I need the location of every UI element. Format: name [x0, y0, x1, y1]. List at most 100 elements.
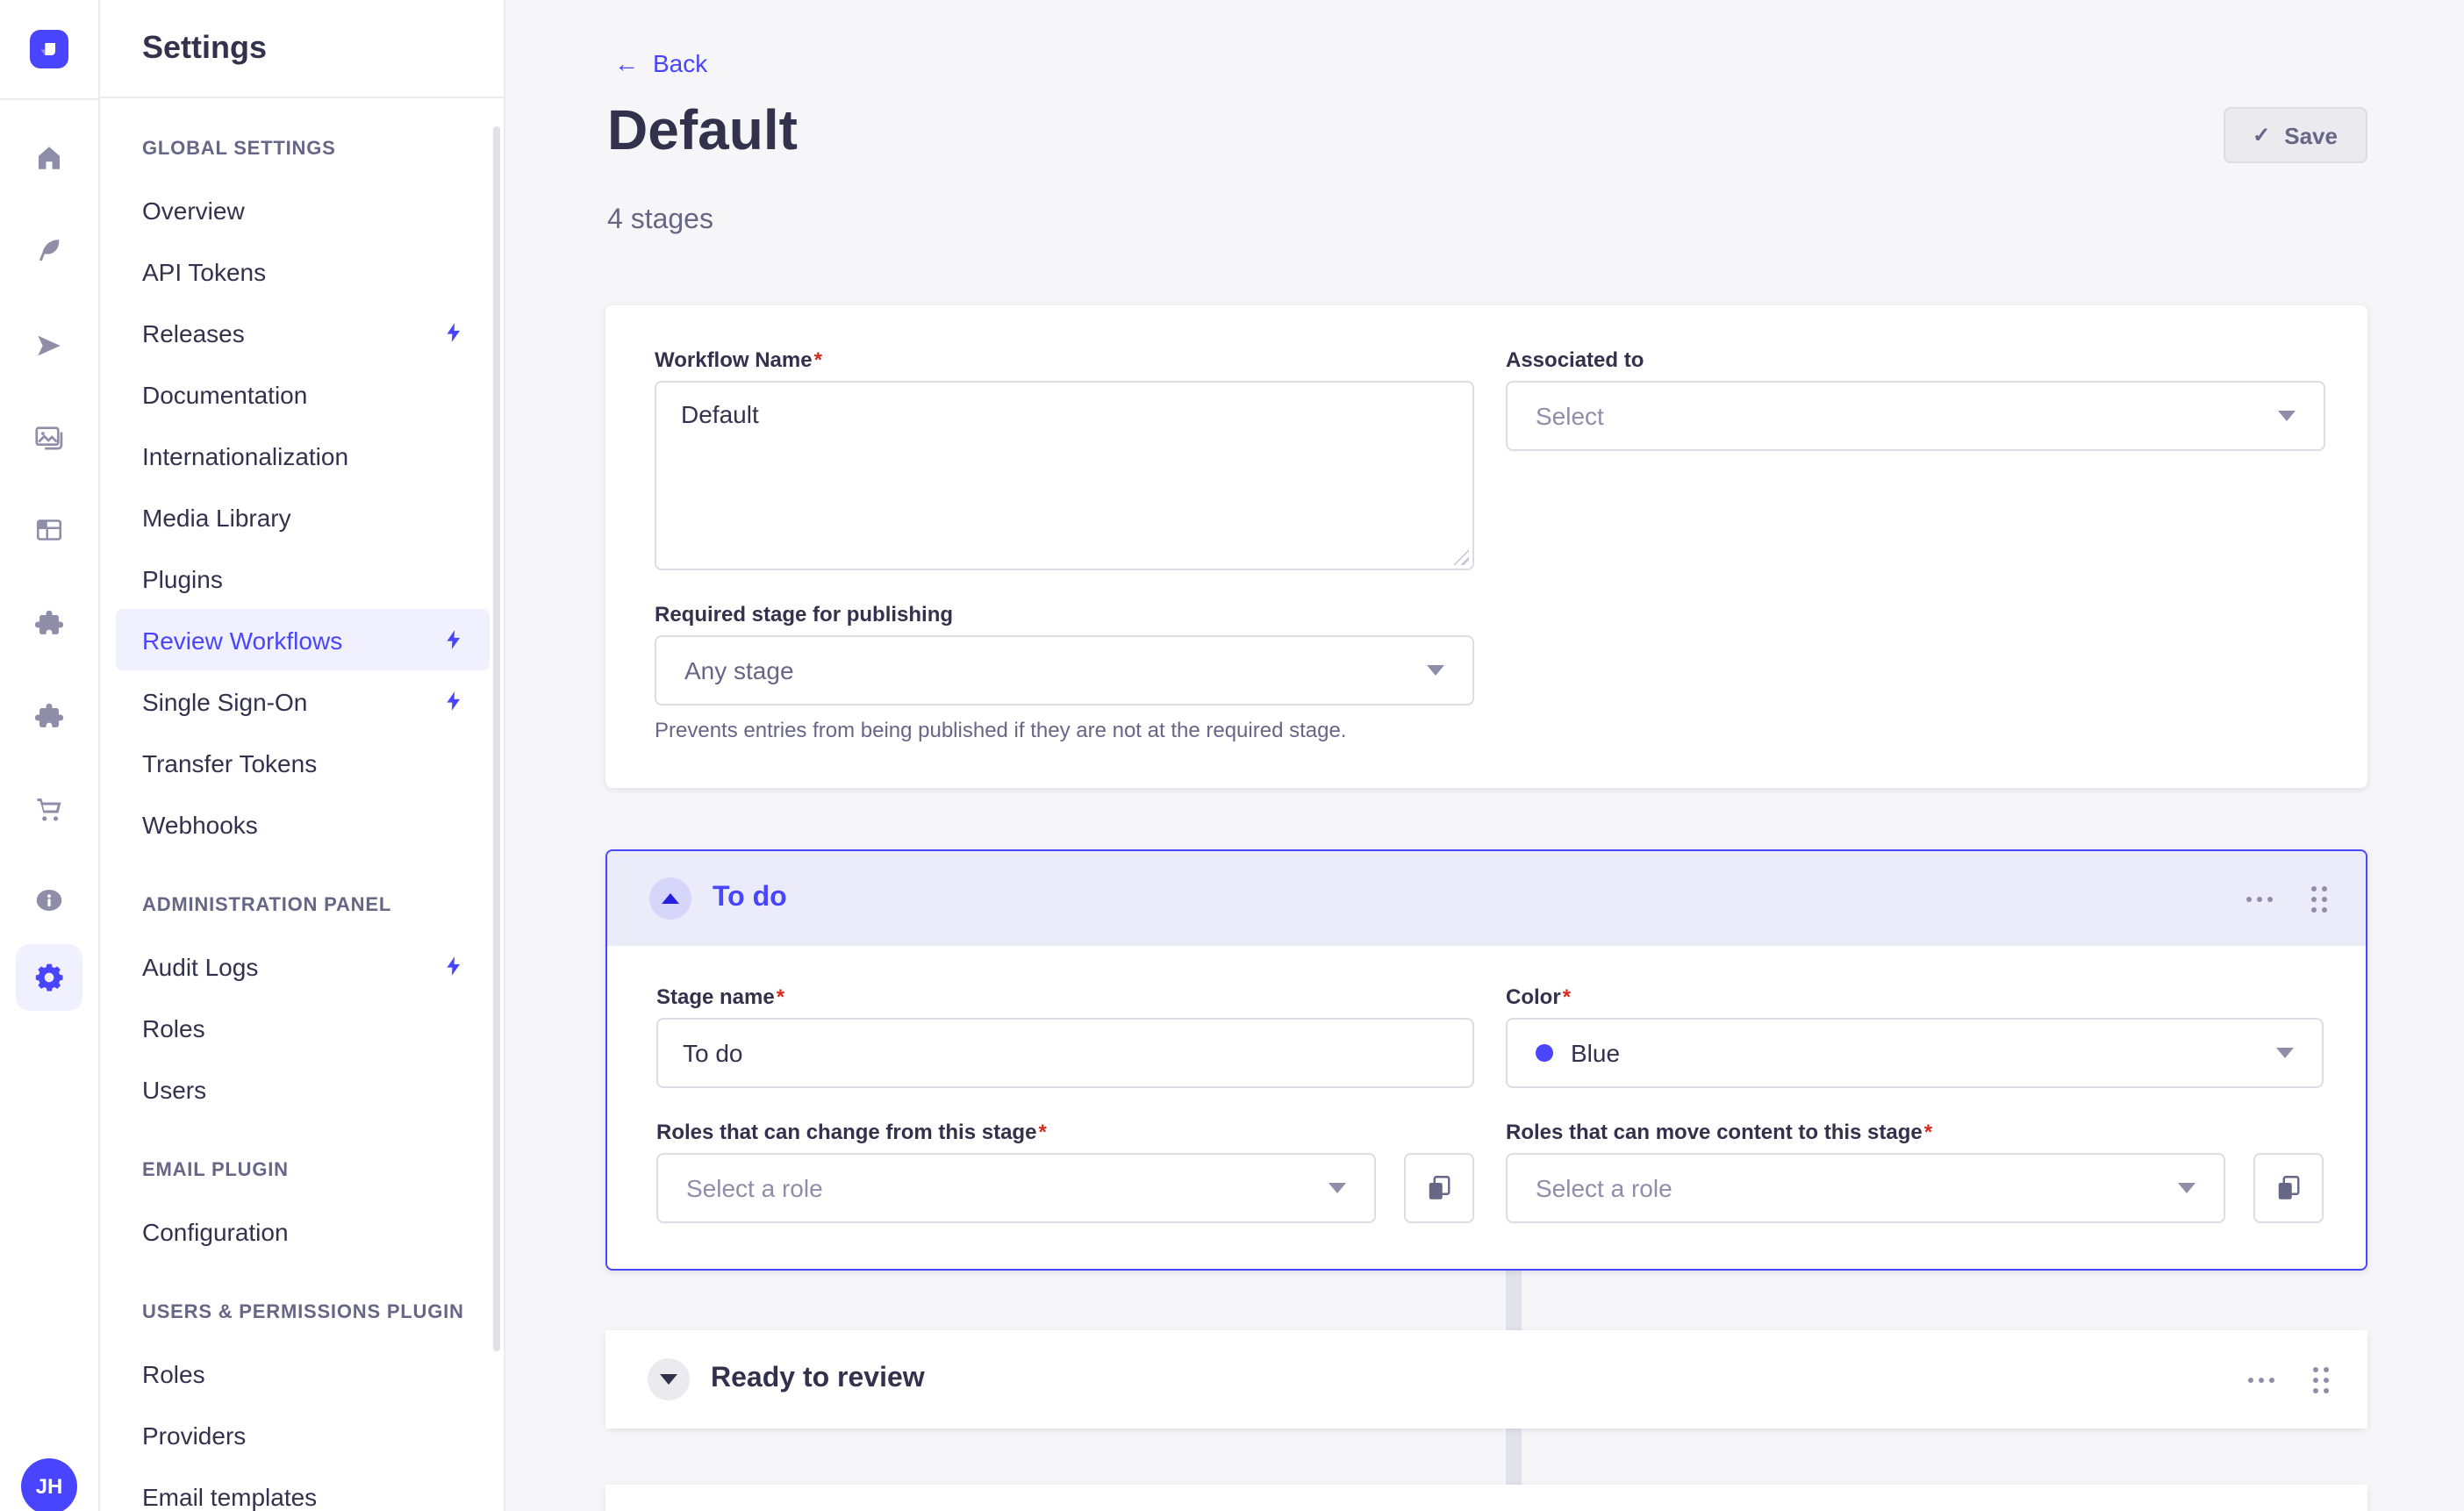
collapse-caret-icon[interactable] — [649, 877, 691, 920]
duplicate-roles-button[interactable] — [2253, 1153, 2324, 1223]
sidebar-item-admin-roles[interactable]: Roles — [116, 997, 490, 1058]
page-title: Default — [607, 98, 798, 163]
sidebar-title: Settings — [142, 30, 267, 67]
section-administration-panel: ADMINISTRATION PANEL — [116, 876, 490, 935]
paper-plane-icon[interactable] — [34, 331, 64, 361]
lightning-icon — [442, 690, 465, 713]
main-content: ← Back Default 4 stages ✓ Save Workflow … — [505, 0, 2464, 1511]
back-label: Back — [653, 49, 707, 77]
color-select[interactable]: Blue — [1506, 1018, 2324, 1088]
associated-to-field: Associated to Select — [1506, 347, 2325, 570]
chevron-down-icon — [2178, 1183, 2195, 1193]
drag-handle-icon[interactable] — [2313, 1366, 2329, 1393]
save-label: Save — [2284, 122, 2338, 148]
copy-icon — [1423, 1172, 1455, 1204]
more-options-icon[interactable] — [2248, 1377, 2274, 1382]
strapi-logo-icon[interactable] — [30, 30, 68, 68]
marketplace-puzzle-icon[interactable] — [33, 700, 65, 732]
duplicate-roles-button[interactable] — [1404, 1153, 1474, 1223]
sidebar-item-up-roles[interactable]: Roles — [116, 1343, 490, 1404]
blue-color-dot-icon — [1536, 1044, 1553, 1062]
sidebar-header: Settings — [100, 0, 504, 98]
more-options-icon[interactable] — [2246, 896, 2273, 901]
stage-name-label: Stage name — [656, 985, 1474, 1009]
stage-card-to-do: To do Stage name Color Blue — [605, 849, 2367, 1271]
associated-to-label: Associated to — [1506, 347, 2325, 372]
sidebar-item-email-templates[interactable]: Email templates — [116, 1465, 490, 1511]
settings-sidebar: Settings GLOBAL SETTINGS Overview API To… — [100, 0, 505, 1511]
color-field: Color Blue — [1506, 985, 2324, 1088]
sidebar-item-plugins[interactable]: Plugins — [116, 548, 490, 609]
strapi-settings-app: JH Settings GLOBAL SETTINGS Overview API… — [0, 0, 2464, 1511]
user-avatar[interactable]: JH — [21, 1458, 77, 1511]
save-button[interactable]: ✓ Save — [2223, 107, 2367, 163]
sidebar-item-audit-logs[interactable]: Audit Logs — [116, 935, 490, 997]
sidebar-item-providers[interactable]: Providers — [116, 1404, 490, 1465]
workflow-name-field: Workflow Name Default — [655, 347, 1474, 570]
settings-gear-icon[interactable] — [16, 944, 82, 1011]
main-nav-rail: JH — [0, 0, 100, 1511]
stage-connector — [1506, 1427, 1522, 1486]
stage-card-ready-to-review: Ready to review — [605, 1330, 2367, 1429]
required-stage-select[interactable]: Any stage — [655, 635, 1474, 705]
sidebar-item-single-sign-on[interactable]: Single Sign-On — [116, 670, 490, 732]
stage-body: Stage name Color Blue Roles that can cha… — [607, 946, 2366, 1265]
sidebar-scrollbar[interactable] — [493, 126, 500, 1351]
workflow-settings-card: Workflow Name Default Associated to Sele… — [605, 305, 2367, 788]
chevron-down-icon — [1427, 665, 1444, 676]
sidebar-item-configuration[interactable]: Configuration — [116, 1200, 490, 1262]
sidebar-item-internationalization[interactable]: Internationalization — [116, 425, 490, 486]
required-stage-hint: Prevents entries from being published if… — [655, 718, 1474, 742]
roles-change-select[interactable]: Select a role — [656, 1153, 1376, 1223]
required-stage-value: Any stage — [684, 656, 794, 684]
workflow-name-label: Workflow Name — [655, 347, 1474, 372]
roles-move-field: Roles that can move content to this stag… — [1506, 1120, 2324, 1223]
back-link[interactable]: ← Back — [614, 49, 707, 77]
stage-header-ready-to-review[interactable]: Ready to review — [605, 1330, 2367, 1429]
stage-card-in-progress: In progress — [605, 1485, 2367, 1511]
feather-icon[interactable] — [34, 236, 64, 266]
section-global-settings: GLOBAL SETTINGS — [116, 119, 490, 179]
chevron-down-icon — [2278, 411, 2296, 421]
sidebar-item-releases[interactable]: Releases — [116, 302, 490, 363]
layout-icon[interactable] — [33, 514, 65, 546]
sidebar-item-overview[interactable]: Overview — [116, 179, 490, 240]
stage-header-to-do[interactable]: To do — [607, 851, 2366, 946]
color-value: Blue — [1571, 1039, 1620, 1067]
sidebar-item-transfer-tokens[interactable]: Transfer Tokens — [116, 732, 490, 793]
sidebar-item-review-workflows[interactable]: Review Workflows — [116, 609, 490, 670]
check-icon: ✓ — [2253, 125, 2270, 146]
associated-to-select[interactable]: Select — [1506, 381, 2325, 451]
plugin-puzzle-icon[interactable] — [33, 607, 65, 639]
section-email-plugin: EMAIL PLUGIN — [116, 1141, 490, 1200]
color-label: Color — [1506, 985, 2324, 1009]
sidebar-item-media-library[interactable]: Media Library — [116, 486, 490, 548]
roles-change-label: Roles that can change from this stage — [656, 1120, 1474, 1144]
cart-icon[interactable] — [33, 793, 65, 825]
expand-caret-icon[interactable] — [648, 1358, 690, 1400]
info-icon[interactable] — [33, 884, 65, 916]
sidebar-item-webhooks[interactable]: Webhooks — [116, 793, 490, 855]
back-arrow-icon: ← — [614, 49, 639, 77]
home-icon[interactable] — [34, 143, 64, 173]
lightning-icon — [442, 321, 465, 344]
media-library-icon[interactable] — [32, 420, 66, 454]
section-users-permissions-plugin: USERS & PERMISSIONS PLUGIN — [116, 1283, 490, 1343]
chevron-down-icon — [1329, 1183, 1346, 1193]
associated-to-placeholder: Select — [1536, 402, 1604, 430]
workflow-name-input[interactable]: Default — [655, 381, 1474, 570]
sidebar-item-documentation[interactable]: Documentation — [116, 363, 490, 425]
chevron-down-icon — [2276, 1048, 2294, 1058]
lightning-icon — [442, 628, 465, 651]
drag-handle-icon[interactable] — [2311, 885, 2327, 912]
lightning-icon — [442, 955, 465, 977]
stage-name-input[interactable] — [656, 1018, 1474, 1088]
required-stage-field: Required stage for publishing Any stage … — [655, 602, 1474, 742]
roles-change-field: Roles that can change from this stage Se… — [656, 1120, 1474, 1223]
stage-title: Ready to review — [711, 1364, 925, 1395]
stage-header-in-progress[interactable]: In progress — [605, 1485, 2367, 1511]
sidebar-item-api-tokens[interactable]: API Tokens — [116, 240, 490, 302]
roles-move-select[interactable]: Select a role — [1506, 1153, 2225, 1223]
sidebar-item-users[interactable]: Users — [116, 1058, 490, 1120]
required-stage-label: Required stage for publishing — [655, 602, 1474, 627]
